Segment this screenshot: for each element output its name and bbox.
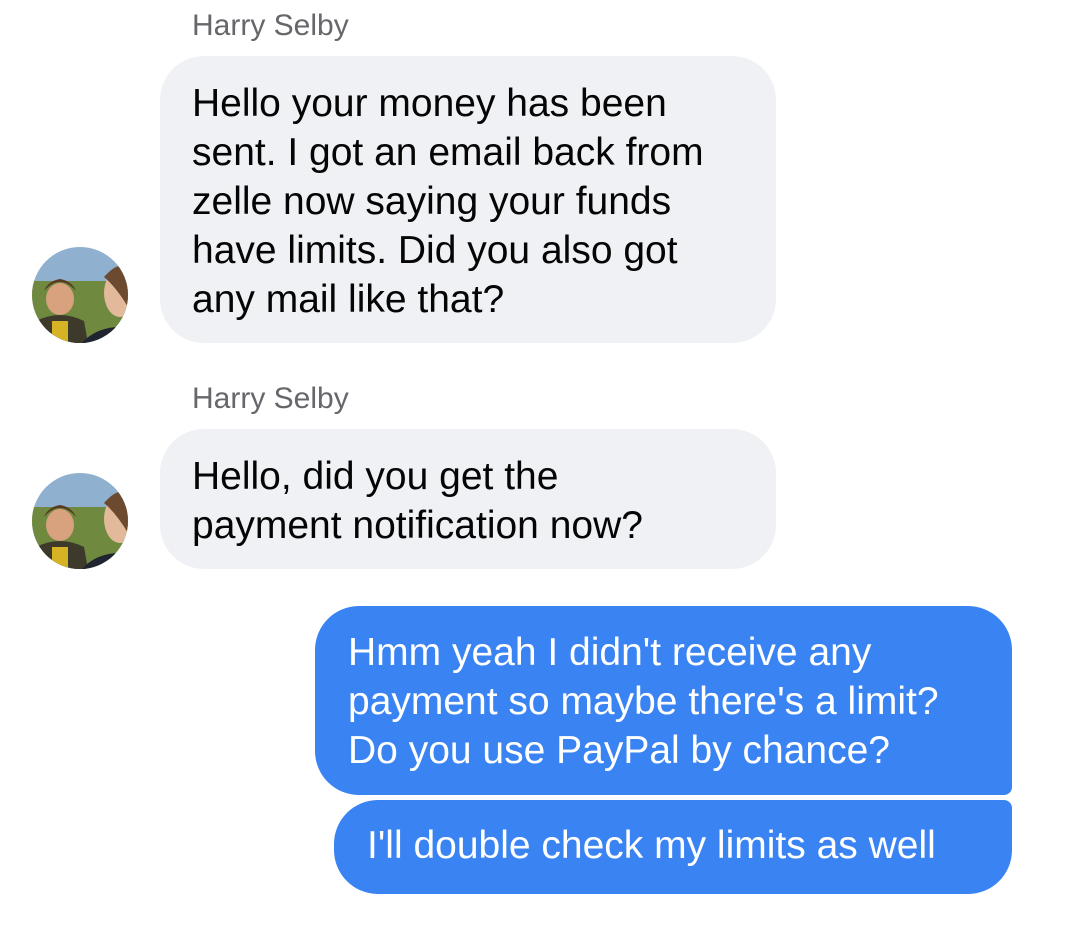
- outgoing-message-bubble[interactable]: I'll double check my limits as well: [334, 800, 1012, 894]
- sender-avatar[interactable]: [32, 473, 128, 569]
- avatar-photo-icon: [32, 473, 128, 569]
- sender-name: Harry Selby: [192, 382, 349, 415]
- sender-name: Harry Selby: [192, 9, 349, 42]
- avatar-photo-icon: [32, 247, 128, 343]
- outgoing-message-bubble[interactable]: Hmm yeah I didn't receive any payment so…: [315, 606, 1012, 795]
- chat-thread: Harry Selby Hello your money has been se…: [0, 0, 1080, 946]
- sender-avatar[interactable]: [32, 247, 128, 343]
- incoming-message-bubble[interactable]: Hello, did you get the payment notificat…: [160, 429, 776, 569]
- incoming-message-bubble[interactable]: Hello your money has been sent. I got an…: [160, 56, 776, 343]
